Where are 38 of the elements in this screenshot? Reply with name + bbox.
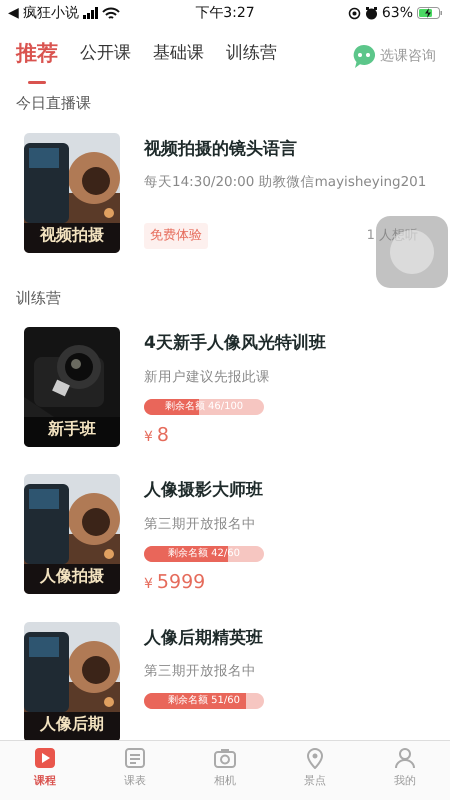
category-tab[interactable]: 公开课 [80, 35, 131, 77]
back-to-app-link[interactable]: ◀ 疯狂小说 [8, 2, 80, 24]
course-title[interactable]: 人像后期精英班 [144, 626, 434, 651]
chat-bubble-icon [352, 44, 376, 68]
rotation-lock-icon [348, 6, 361, 20]
section-heading: 今日直播课 [15, 93, 92, 114]
location-pin-icon [304, 747, 326, 769]
free-trial-tag: 免费体验 [144, 223, 208, 248]
signal-icon [83, 7, 98, 19]
course-subtitle: 新用户建议先报此课 [144, 368, 271, 386]
assistive-touch-button[interactable] [376, 216, 448, 288]
course-title[interactable]: 人像摄影大师班 [144, 478, 434, 504]
thumbnail-caption: 人像拍摄 [38, 565, 105, 588]
wifi-icon [102, 6, 120, 20]
person-icon [394, 747, 416, 769]
interest-count: 1 人想听 [366, 227, 418, 245]
play-icon [34, 747, 56, 769]
clock-time: 下午3:27 [194, 4, 256, 22]
price-label: ¥ 5999 [144, 570, 206, 595]
category-tab[interactable]: 训练营 [226, 35, 277, 77]
category-tab[interactable]: 基础课 [153, 35, 204, 77]
course-title[interactable]: 视频拍摄的镜头语言 [144, 136, 434, 162]
course-subtitle: 第三期开放报名中 [144, 662, 257, 681]
price-label: ¥ 8 [144, 422, 170, 448]
course-subtitle: 第三期开放报名中 [144, 514, 257, 534]
thumbnail-caption: 人像后期 [38, 712, 105, 734]
camera-icon [214, 747, 236, 769]
battery-percent: 63% [382, 4, 413, 22]
course-title[interactable]: 4天新手人像风光特训班 [144, 331, 434, 356]
bottom-tab[interactable]: 课程 [0, 741, 90, 800]
list-icon [124, 747, 146, 769]
battery-icon [417, 7, 442, 19]
section-heading: 训练营 [15, 288, 62, 308]
thumbnail-caption: 新手班 [46, 418, 97, 440]
thumbnail-caption: 视频拍摄 [38, 224, 105, 246]
course-schedule: 每天14:30/20:00 助教微信mayisheying201 [144, 173, 428, 192]
quota-bar: 剩余名额 51/60 [144, 693, 264, 710]
alarm-icon [364, 6, 378, 20]
